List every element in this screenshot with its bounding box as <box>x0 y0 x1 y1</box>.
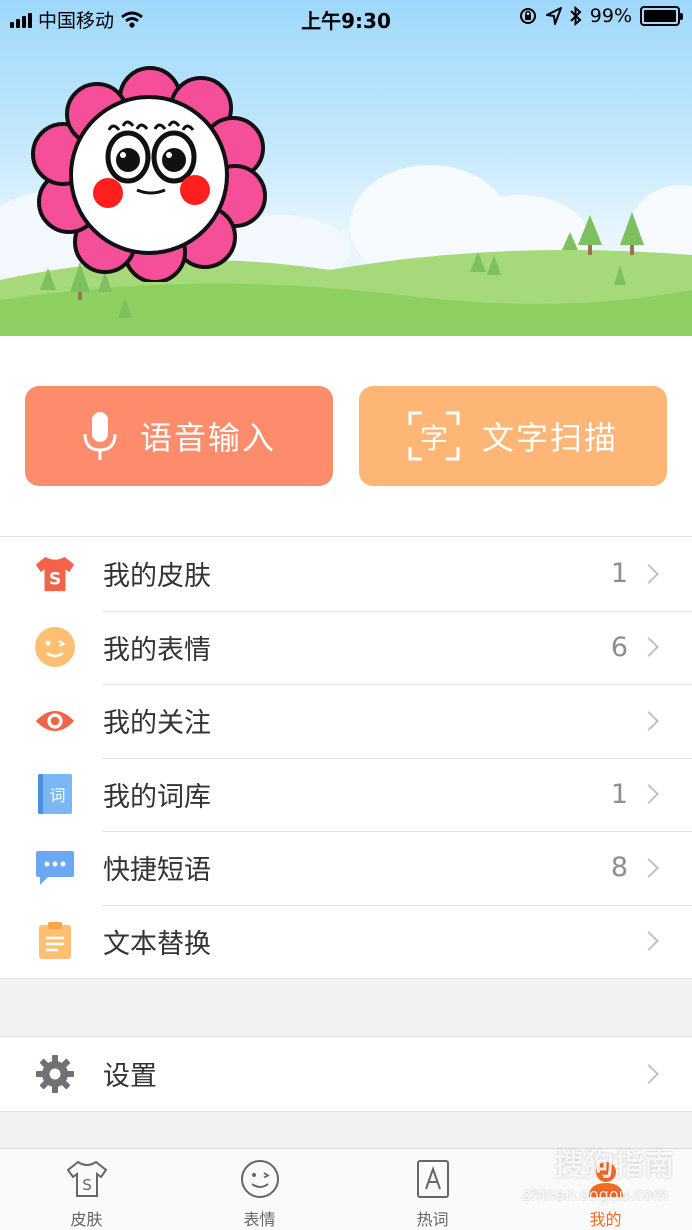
chevron-right-icon <box>639 784 659 805</box>
battery-icon <box>640 6 683 26</box>
menu-item-label: 我的关注 <box>103 708 211 740</box>
menu-item-dictionary[interactable]: 词 我的词库 1 <box>0 757 692 832</box>
chevron-right-icon <box>639 563 659 584</box>
quick-actions: 语音输入 字 文字扫描 <box>0 336 692 536</box>
menu-item-count: 1 <box>610 558 628 590</box>
tab-hot-words[interactable]: 热词 <box>346 1149 519 1230</box>
tshirt-icon: S <box>65 1157 109 1200</box>
chevron-right-icon <box>639 710 659 731</box>
letter-a-icon <box>411 1157 455 1200</box>
tab-label: 热词 <box>416 1210 449 1229</box>
header-banner: 中国移动 上午9:30 99% <box>0 0 692 336</box>
chevron-right-icon <box>639 857 659 878</box>
text-scan-label: 文字扫描 <box>481 419 618 457</box>
menu-item-label: 快捷短语 <box>103 855 211 887</box>
book-glyph: 词 <box>49 786 66 806</box>
voice-input-button[interactable]: 语音输入 <box>25 386 333 486</box>
menu-item-label: 文本替换 <box>103 928 211 960</box>
tab-label: 我的 <box>589 1210 622 1229</box>
chevron-right-icon <box>639 637 659 658</box>
menu-item-label: 我的词库 <box>103 781 211 813</box>
menu-item-skins[interactable]: S 我的皮肤 1 <box>0 537 692 611</box>
bluetooth-icon <box>570 6 582 26</box>
chevron-right-icon <box>639 931 659 952</box>
status-bar: 中国移动 上午9:30 99% <box>0 0 692 36</box>
eye-icon <box>34 700 76 742</box>
chat-bubble-icon <box>34 847 76 889</box>
menu-item-following[interactable]: 我的关注 <box>0 684 692 758</box>
svg-text:S: S <box>82 1176 92 1194</box>
menu-item-text-replacement[interactable]: 文本替换 <box>0 904 692 979</box>
scan-glyph: 字 <box>419 422 448 455</box>
rotation-lock-icon <box>519 8 536 24</box>
tab-emoticons[interactable]: 表情 <box>173 1149 346 1230</box>
smiley-icon <box>238 1157 282 1200</box>
menu-item-label: 设置 <box>103 1061 157 1093</box>
microphone-icon <box>83 412 117 460</box>
tab-skins[interactable]: S 皮肤 <box>0 1149 173 1230</box>
tshirt-icon: S <box>34 553 76 595</box>
battery-percent: 99% <box>589 5 632 27</box>
watermark-url: zhinan.sogou.com <box>522 1185 668 1204</box>
tab-label: 表情 <box>243 1210 276 1229</box>
text-scan-button[interactable]: 字 文字扫描 <box>359 386 667 486</box>
menu-item-label: 我的皮肤 <box>103 561 211 593</box>
scan-frame-icon: 字 <box>408 411 460 461</box>
menu-item-emoticons[interactable]: 我的表情 6 <box>0 610 692 685</box>
watermark: 搜狗指南 <box>554 1148 674 1183</box>
avatar[interactable] <box>25 62 275 282</box>
status-right: 99% <box>518 5 683 27</box>
menu-item-count: 6 <box>610 631 628 663</box>
menu-item-quick-phrases[interactable]: 快捷短语 8 <box>0 831 692 905</box>
menu-item-count: 1 <box>610 778 628 810</box>
profile-menu: S 我的皮肤 1 我的表情 6 我的关注 词 我的词库 1 快捷短语 8 文本替… <box>0 536 692 979</box>
gear-icon <box>34 1053 76 1095</box>
voice-input-label: 语音输入 <box>139 419 276 457</box>
settings-section: 设置 <box>0 1036 692 1112</box>
battery-fill <box>644 10 676 22</box>
tab-label: 皮肤 <box>70 1210 103 1229</box>
book-icon: 词 <box>34 773 76 815</box>
menu-item-count: 8 <box>610 852 628 884</box>
clipboard-icon <box>34 920 76 962</box>
menu-item-label: 我的表情 <box>103 634 211 666</box>
svg-text:S: S <box>49 569 61 589</box>
chevron-right-icon <box>639 1063 659 1084</box>
location-icon <box>545 7 562 25</box>
menu-item-settings[interactable]: 设置 <box>0 1037 692 1111</box>
smiley-icon <box>34 626 76 668</box>
